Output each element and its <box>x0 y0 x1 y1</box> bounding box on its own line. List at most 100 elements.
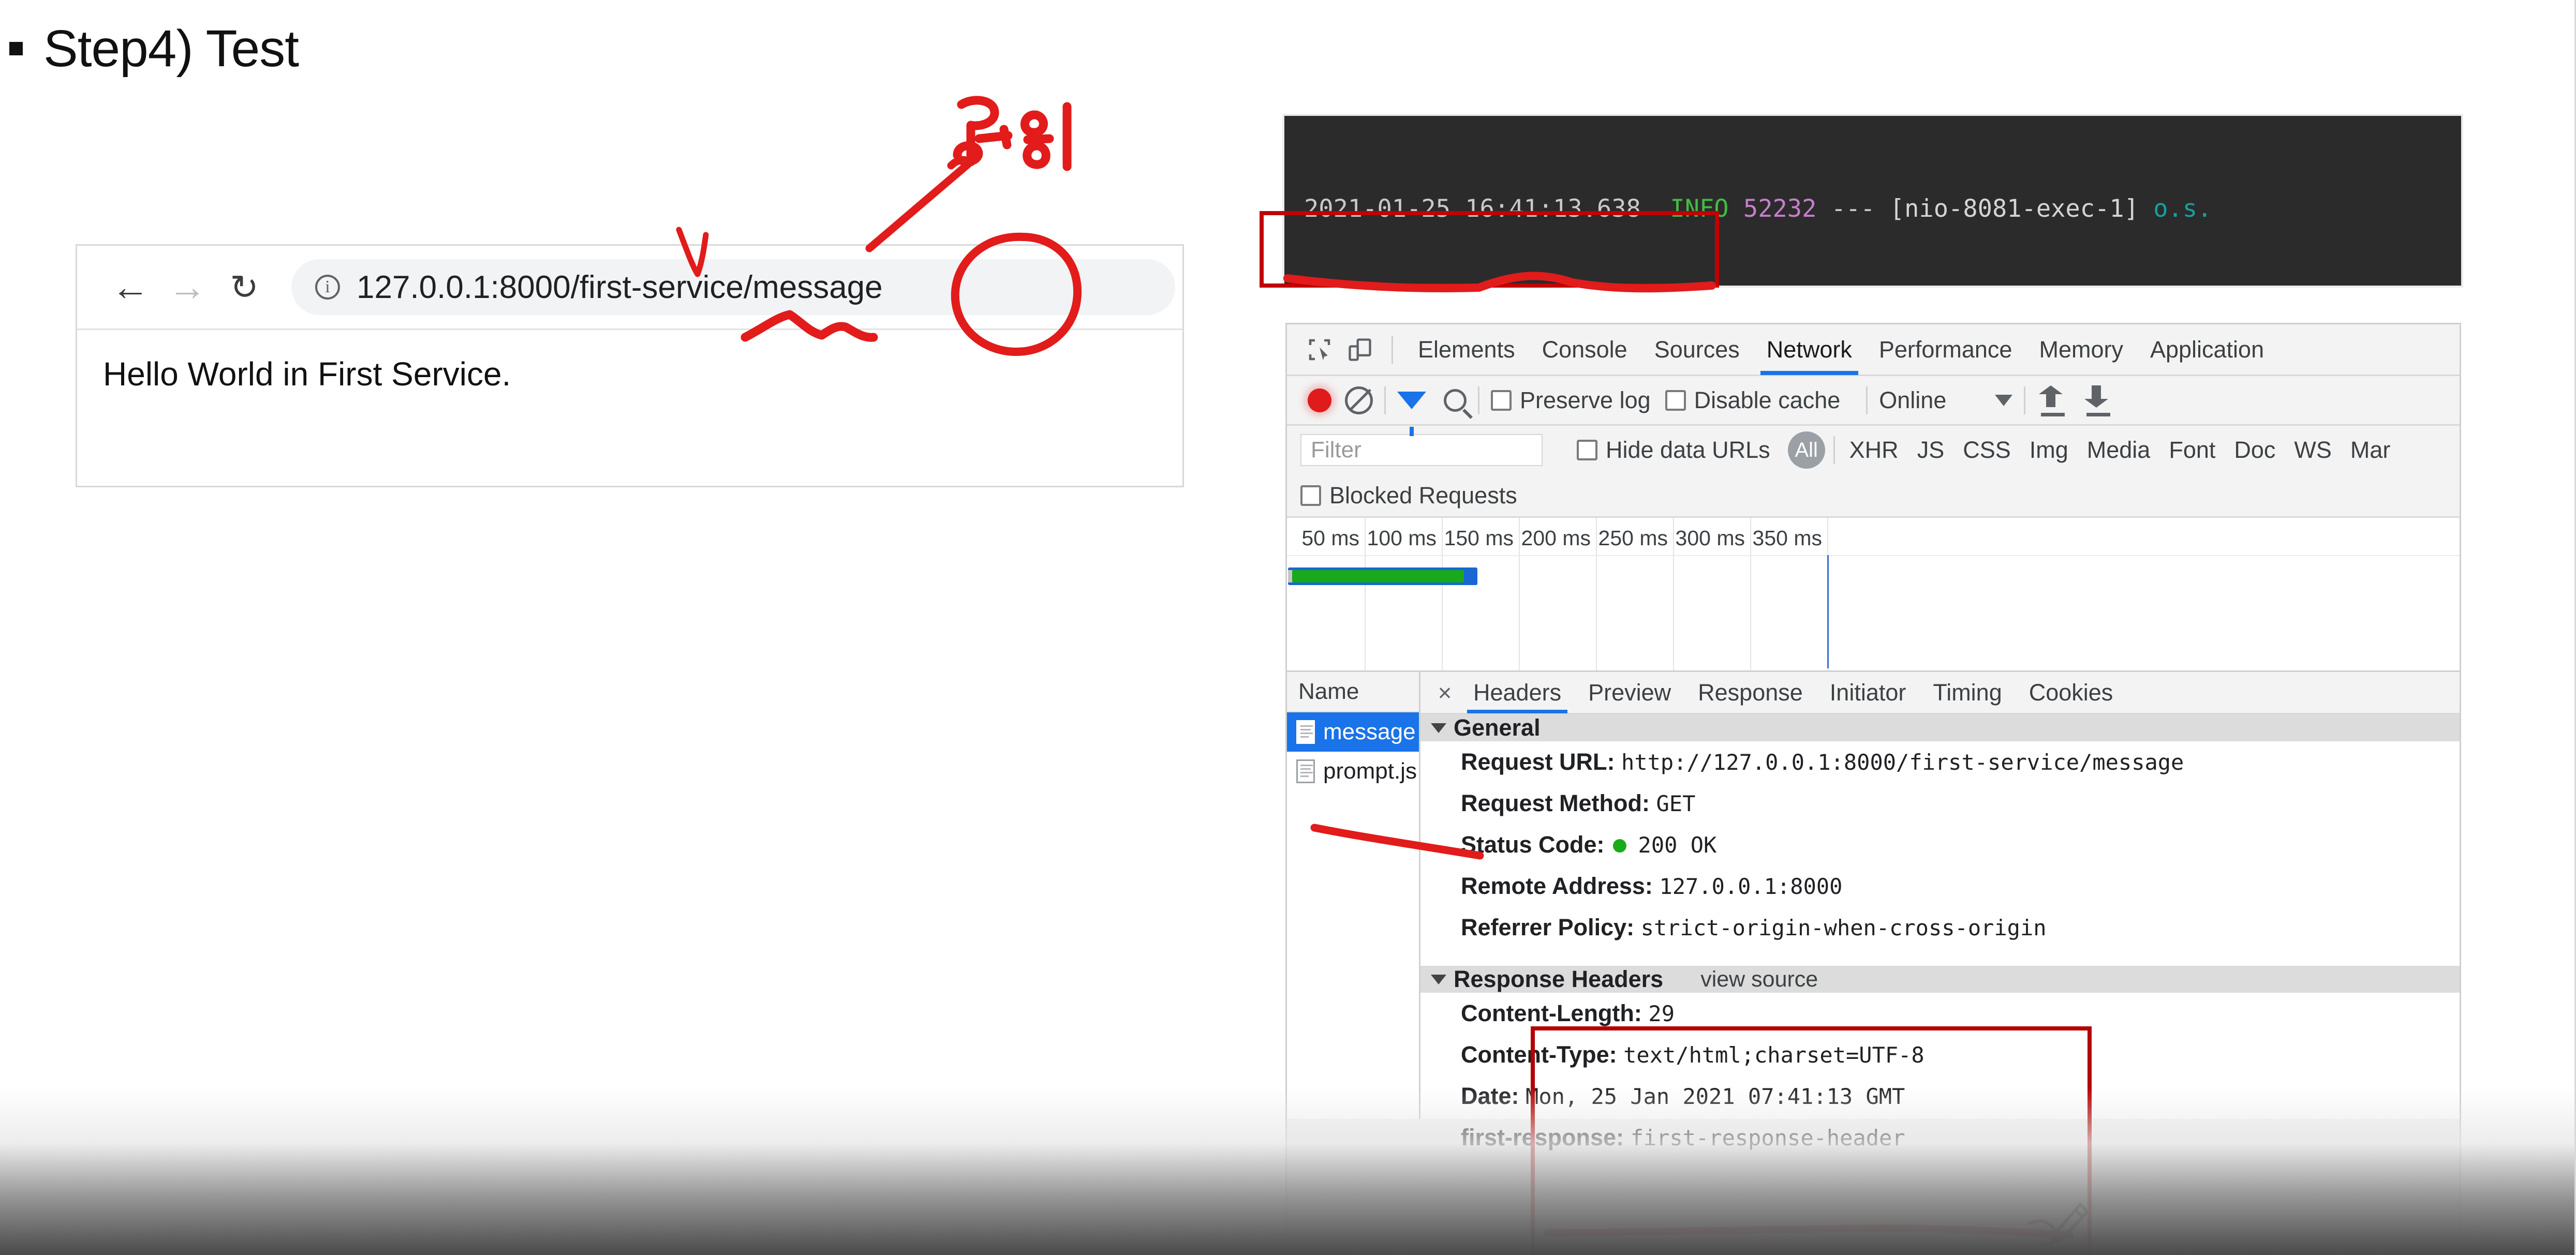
detail-tab-preview[interactable]: Preview <box>1575 672 1684 713</box>
row-key: Request Method: <box>1461 790 1650 816</box>
log-logger: o.s. <box>2153 195 2212 223</box>
response-headers-section-header[interactable]: Response Headers view source <box>1420 966 2460 993</box>
network-filterbar: Filter Hide data URLs All XHR JS CSS Img… <box>1287 426 2460 474</box>
blocked-requests-checkbox[interactable] <box>1300 485 1321 506</box>
tab-application[interactable]: Application <box>2137 324 2277 375</box>
detail-tab-initiator[interactable]: Initiator <box>1816 672 1920 713</box>
row-value: GET <box>1656 791 1696 816</box>
filter-type-media[interactable]: Media <box>2078 437 2160 464</box>
detail-tab-headers[interactable]: Headers <box>1460 672 1575 713</box>
response-row-date: Date: Mon, 25 Jan 2021 07:41:13 GMT <box>1420 1075 2460 1117</box>
filter-funnel-icon[interactable] <box>1397 391 1426 436</box>
filter-type-css[interactable]: CSS <box>1953 437 2020 464</box>
request-detail-pane: × Headers Preview Response Initiator Tim… <box>1420 672 2460 1151</box>
clear-icon[interactable] <box>1345 386 1373 414</box>
tab-memory[interactable]: Memory <box>2025 324 2137 375</box>
row-key: first-response: <box>1461 1124 1624 1151</box>
blocked-requests-row: Blocked Requests <box>1287 474 2460 518</box>
filter-type-xhr[interactable]: XHR <box>1840 437 1908 464</box>
request-row-promptjs[interactable]: prompt.js <box>1287 752 1419 791</box>
chevron-down-icon[interactable] <box>1995 394 2013 406</box>
row-value: 127.0.0.1:8000 <box>1659 874 1843 899</box>
throttling-select[interactable]: Online <box>1879 387 1946 414</box>
search-icon[interactable] <box>1444 389 1467 412</box>
row-key: Content-Length: <box>1461 1000 1642 1026</box>
device-toolbar-icon[interactable] <box>1340 330 1380 370</box>
detail-tab-timing[interactable]: Timing <box>1919 672 2015 713</box>
log-pid: 52232 <box>1743 195 1817 223</box>
tab-console[interactable]: Console <box>1529 324 1641 375</box>
filter-type-ws[interactable]: WS <box>2285 437 2341 464</box>
filter-type-js[interactable]: JS <box>1908 437 1954 464</box>
url-text: 127.0.0.1:8000/first-service/message <box>357 269 883 305</box>
tick-label: 350 ms <box>1752 526 1822 550</box>
general-row-request-url: Request URL: http://127.0.0.1:8000/first… <box>1420 741 2460 783</box>
network-split: Name message prompt.js × Headers Preview… <box>1287 672 2460 1151</box>
row-key: Status Code: <box>1461 831 1605 858</box>
blocked-requests-label[interactable]: Blocked Requests <box>1329 482 1517 509</box>
annotation-box-request-header <box>1260 211 1719 288</box>
filter-type-img[interactable]: Img <box>2020 437 2078 464</box>
square-bullet-icon <box>9 42 23 55</box>
toolbar-divider <box>1391 335 1393 364</box>
network-toolbar: Preserve log Disable cache Online <box>1287 376 2460 436</box>
filter-type-font[interactable]: Font <box>2159 437 2225 464</box>
preserve-log-checkbox[interactable] <box>1491 390 1512 411</box>
response-row-content-length: Content-Length: 29 <box>1420 993 2460 1034</box>
tick-label: 100 ms <box>1367 526 1437 550</box>
detail-tabbar: × Headers Preview Response Initiator Tim… <box>1420 672 2460 714</box>
export-har-icon[interactable] <box>2082 385 2111 416</box>
detail-tab-cookies[interactable]: Cookies <box>2016 672 2127 713</box>
filter-type-manifest[interactable]: Mar <box>2341 437 2400 464</box>
tab-elements[interactable]: Elements <box>1404 324 1529 375</box>
preserve-log-label[interactable]: Preserve log <box>1520 387 1651 414</box>
request-list: Name message prompt.js <box>1287 672 1420 1119</box>
general-row-request-method: Request Method: GET <box>1420 783 2460 824</box>
browser-toolbar: ← → ↻ i 127.0.0.1:8000/first-service/mes… <box>77 246 1182 330</box>
row-key: Referrer Policy: <box>1461 914 1635 940</box>
tab-sources[interactable]: Sources <box>1641 324 1753 375</box>
record-button-icon[interactable] <box>1308 388 1331 412</box>
toolbar-divider <box>1833 436 1835 464</box>
close-icon[interactable]: × <box>1430 679 1460 707</box>
address-bar[interactable]: i 127.0.0.1:8000/first-service/message <box>291 259 1175 315</box>
row-value: http://127.0.0.1:8000/first-service/mess… <box>1621 750 2184 775</box>
filter-input[interactable]: Filter <box>1300 434 1543 466</box>
inspect-element-icon[interactable] <box>1299 330 1340 370</box>
general-section-header[interactable]: General <box>1420 714 2460 741</box>
waterfall-bar <box>1288 567 1477 585</box>
view-source-link[interactable]: view source <box>1700 967 1818 992</box>
forward-icon[interactable]: → <box>159 259 216 316</box>
devtools-panel: Elements Console Sources Network Perform… <box>1285 323 2461 1255</box>
hide-data-urls-checkbox[interactable] <box>1577 440 1597 460</box>
site-info-icon[interactable]: i <box>315 275 340 300</box>
hide-data-urls-label[interactable]: Hide data URLs <box>1606 437 1770 464</box>
disable-cache-checkbox[interactable] <box>1665 390 1686 411</box>
document-icon <box>1296 759 1315 783</box>
load-event-marker <box>1827 555 1829 668</box>
disable-cache-label[interactable]: Disable cache <box>1694 387 1841 414</box>
response-headers-label: Response Headers <box>1454 966 1664 992</box>
back-icon[interactable]: ← <box>102 259 159 316</box>
toolbar-divider <box>2024 386 2026 414</box>
tab-network[interactable]: Network <box>1753 324 1866 375</box>
row-key: Request URL: <box>1461 749 1615 775</box>
general-row-referrer-policy: Referrer Policy: strict-origin-when-cros… <box>1420 907 2460 948</box>
tick-label: 250 ms <box>1598 526 1668 550</box>
tab-performance[interactable]: Performance <box>1866 324 2026 375</box>
detail-tab-response[interactable]: Response <box>1684 672 1816 713</box>
filter-type-doc[interactable]: Doc <box>2225 437 2285 464</box>
log-dashes: --- <box>1831 195 1875 223</box>
handwritten-arrow <box>865 156 975 252</box>
import-har-icon[interactable] <box>2037 385 2065 416</box>
page-viewport: Hello World in First Service. <box>77 330 1182 485</box>
page-body-text: Hello World in First Service. <box>103 355 511 393</box>
request-row-message[interactable]: message <box>1287 712 1419 752</box>
reload-icon[interactable]: ↻ <box>216 259 273 316</box>
request-row-label: message <box>1323 719 1416 744</box>
request-list-column-name[interactable]: Name <box>1287 672 1419 712</box>
row-key: Remote Address: <box>1461 873 1653 899</box>
tick-label: 50 ms <box>1301 526 1359 550</box>
filter-type-all[interactable]: All <box>1787 431 1825 469</box>
network-overview-timeline[interactable]: 50 ms 100 ms 150 ms 200 ms 250 ms 300 ms… <box>1287 518 2460 672</box>
